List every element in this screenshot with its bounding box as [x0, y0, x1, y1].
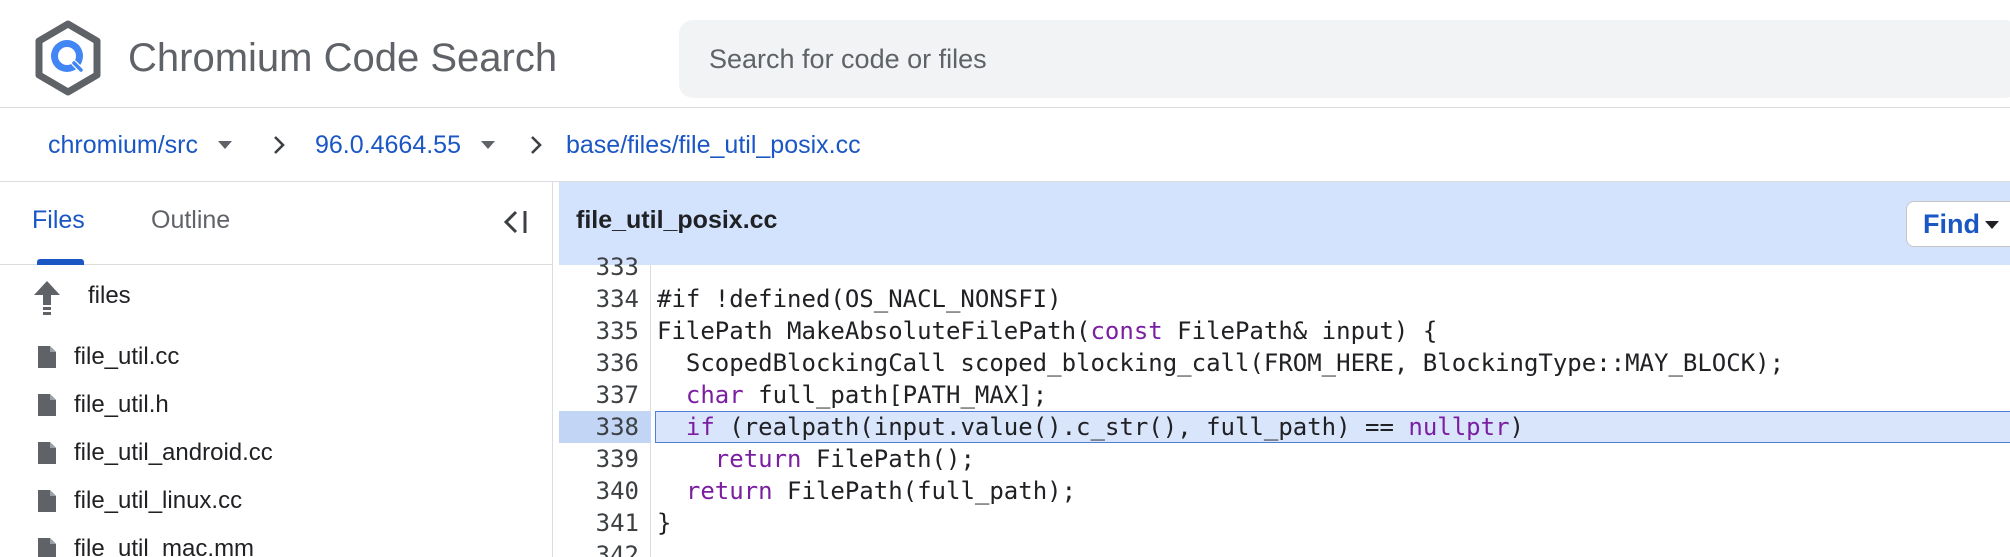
chevron-right-icon: [529, 126, 543, 164]
file-name: file_util.cc: [74, 343, 180, 370]
code-line: 337 char full_path[PATH_MAX];: [559, 379, 2010, 411]
code-line: 339 return FilePath();: [559, 443, 2010, 475]
file-list-item[interactable]: file_util_mac.mm: [0, 526, 552, 557]
top-header: Chromium Code Search: [0, 0, 2010, 108]
breadcrumb-repo-label: chromium/src: [48, 130, 199, 159]
line-number[interactable]: 339: [559, 443, 639, 475]
collapse-panel-icon[interactable]: [500, 206, 530, 238]
line-number[interactable]: 333: [559, 251, 639, 283]
parent-directory-label: files: [88, 282, 131, 309]
tab-outline[interactable]: Outline: [151, 206, 230, 235]
file-list-item[interactable]: file_util_android.cc: [0, 430, 552, 476]
file-browser-panel: Files Outline files file_util.cc file_ut…: [0, 182, 553, 557]
line-number[interactable]: 340: [559, 475, 639, 507]
code-line: 342: [559, 539, 2010, 557]
file-list-item[interactable]: file_util.h: [0, 382, 552, 428]
arrow-up-icon: [34, 281, 60, 315]
caret-down-icon: [218, 141, 233, 149]
code-text[interactable]: return FilePath(full_path);: [657, 475, 1076, 507]
search-box[interactable]: [679, 20, 2010, 98]
breadcrumb-repo-selector[interactable]: chromium/src: [48, 126, 233, 164]
file-icon: [38, 538, 56, 557]
code-text[interactable]: }: [657, 507, 671, 539]
find-button-label: Find: [1923, 209, 1980, 239]
caret-down-icon: [480, 141, 495, 149]
chromium-code-search-logo-icon[interactable]: [30, 20, 106, 96]
code-text[interactable]: return FilePath();: [657, 443, 975, 475]
line-number[interactable]: 337: [559, 379, 639, 411]
file-list-item[interactable]: file_util_linux.cc: [0, 478, 552, 524]
file-name: file_util_mac.mm: [74, 535, 255, 557]
breadcrumb-path-label: base/files/file_util_posix.cc: [566, 130, 861, 159]
find-button[interactable]: Find: [1906, 201, 2010, 247]
code-line: 341 }: [559, 507, 2010, 539]
code-text[interactable]: #if !defined(OS_NACL_NONSFI): [657, 283, 1062, 315]
code-body: 333 334 #if !defined(OS_NACL_NONSFI) 335…: [559, 253, 2010, 557]
code-line: 333: [559, 251, 2010, 283]
line-number[interactable]: 334: [559, 283, 639, 315]
breadcrumb-file-path[interactable]: base/files/file_util_posix.cc: [566, 126, 861, 164]
line-number[interactable]: 338: [559, 411, 639, 443]
search-input[interactable]: [709, 20, 1909, 98]
file-name: file_util_android.cc: [74, 439, 273, 466]
line-number[interactable]: 342: [559, 539, 639, 557]
code-text[interactable]: char full_path[PATH_MAX];: [657, 379, 1047, 411]
breadcrumb: chromium/src 96.0.4664.55 base/files/fil…: [0, 108, 2010, 182]
file-name: file_util_linux.cc: [74, 487, 243, 514]
panel-tabs: Files Outline: [0, 182, 552, 265]
file-icon: [38, 490, 56, 512]
breadcrumb-version-label: 96.0.4664.55: [315, 130, 461, 159]
code-line: 336 ScopedBlockingCall scoped_blocking_c…: [559, 347, 2010, 379]
code-line: 340 return FilePath(full_path);: [559, 475, 2010, 507]
file-icon: [38, 394, 56, 416]
code-file-title: file_util_posix.cc: [576, 206, 778, 234]
app-title[interactable]: Chromium Code Search: [128, 30, 557, 86]
code-text[interactable]: ScopedBlockingCall scoped_blocking_call(…: [657, 347, 1784, 379]
chevron-right-icon: [272, 126, 286, 164]
parent-directory-item[interactable]: files: [0, 267, 552, 315]
tab-files[interactable]: Files: [32, 206, 85, 235]
code-line: 335 FilePath MakeAbsoluteFilePath(const …: [559, 315, 2010, 347]
active-tab-indicator: [37, 259, 84, 265]
code-line-highlighted: 338 if (realpath(input.value().c_str(), …: [559, 411, 2010, 443]
code-line: 334 #if !defined(OS_NACL_NONSFI): [559, 283, 2010, 315]
file-icon: [38, 346, 56, 368]
line-number[interactable]: 341: [559, 507, 639, 539]
line-number[interactable]: 335: [559, 315, 639, 347]
code-viewer-panel: file_util_posix.cc Find 333 334 #if !def…: [559, 182, 2010, 557]
code-text[interactable]: FilePath MakeAbsoluteFilePath(const File…: [657, 315, 1437, 347]
code-text[interactable]: if (realpath(input.value().c_str(), full…: [657, 411, 1524, 443]
caret-down-icon: [1985, 221, 1999, 229]
file-name: file_util.h: [74, 391, 169, 418]
file-icon: [38, 442, 56, 464]
line-number[interactable]: 336: [559, 347, 639, 379]
file-list-item[interactable]: file_util.cc: [0, 334, 552, 380]
breadcrumb-version-selector[interactable]: 96.0.4664.55: [315, 126, 495, 164]
